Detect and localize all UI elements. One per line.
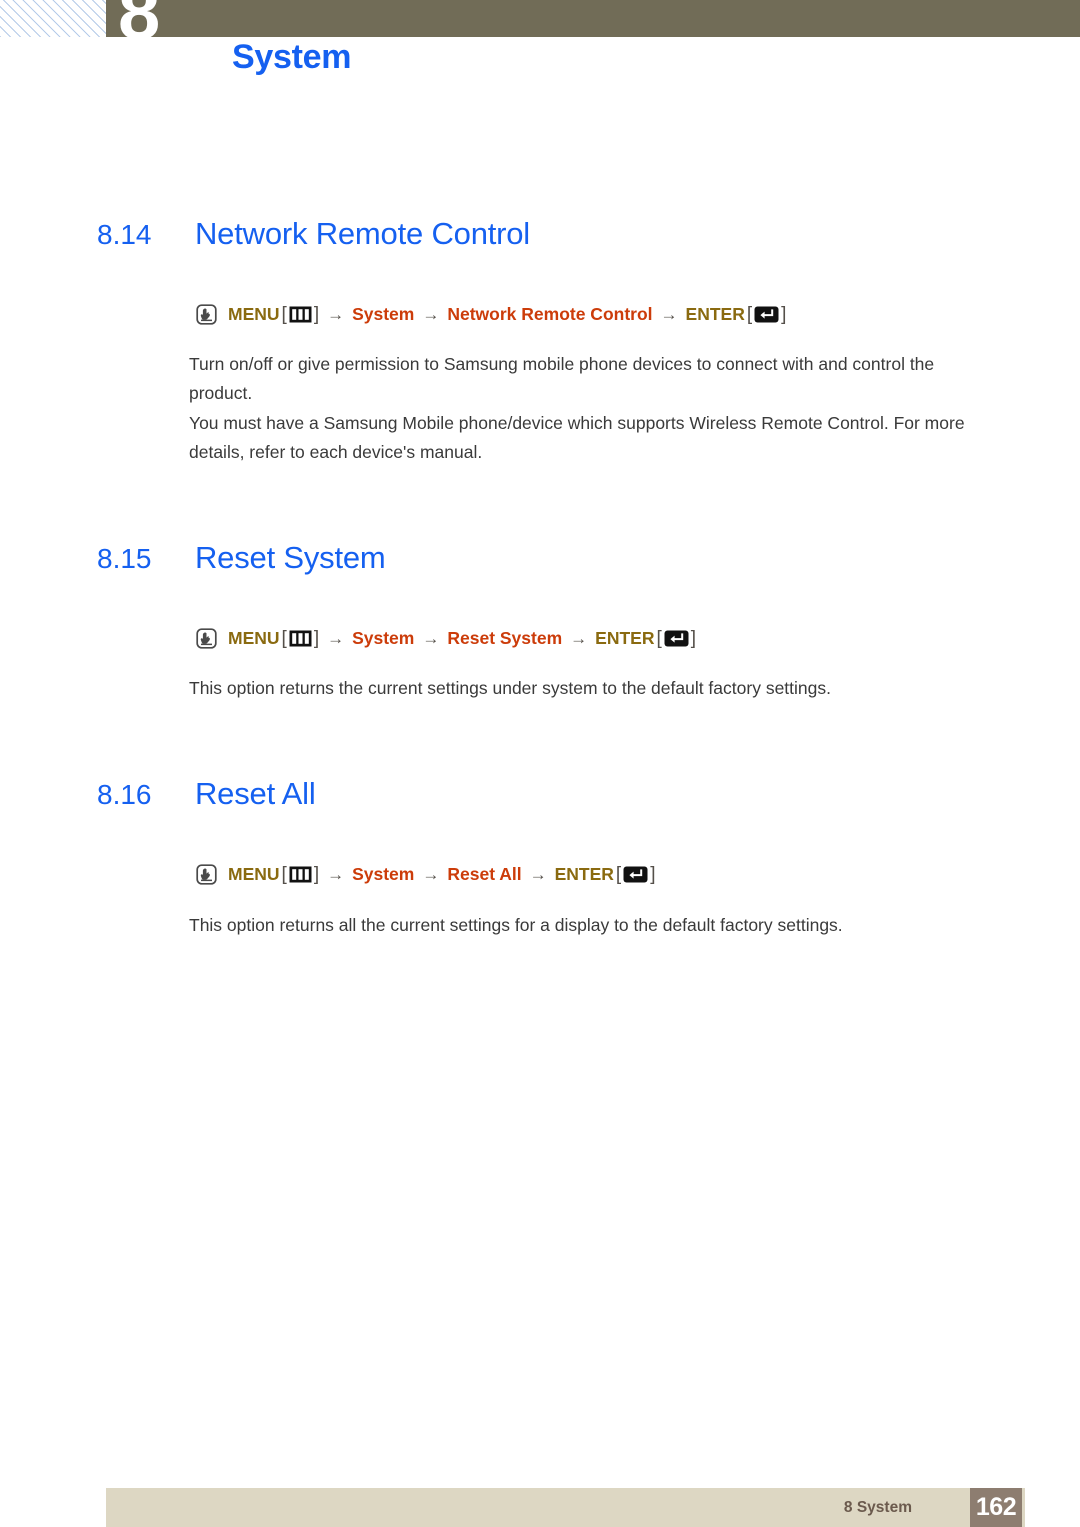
path-item: Reset System bbox=[447, 627, 563, 648]
hand-press-icon bbox=[196, 864, 217, 885]
enter-key-icon bbox=[664, 630, 689, 647]
path-arrow: → bbox=[422, 305, 440, 324]
hatch-decoration bbox=[0, 0, 106, 37]
page-footer: 8 System 162 bbox=[106, 1488, 1025, 1527]
footer-page-number: 162 bbox=[970, 1488, 1022, 1527]
bracket-close: ] bbox=[781, 304, 787, 325]
menu-bars-icon bbox=[289, 630, 312, 647]
enter-key-icon bbox=[623, 866, 648, 883]
enter-label: ENTER bbox=[685, 303, 745, 324]
menu-label: MENU bbox=[228, 863, 280, 884]
body-paragraph: This option returns all the current sett… bbox=[189, 915, 843, 935]
page-title: System bbox=[232, 38, 352, 76]
hand-press-icon bbox=[196, 628, 217, 649]
hand-press-icon bbox=[196, 304, 217, 325]
body-paragraph: This option returns the current settings… bbox=[189, 678, 831, 698]
path-item: System bbox=[352, 627, 415, 648]
section-title: Reset System bbox=[195, 540, 386, 575]
menu-label: MENU bbox=[228, 303, 280, 324]
menu-path: MENU[] → System → Reset All → ENTER[] bbox=[196, 864, 656, 885]
header-band bbox=[106, 0, 1080, 37]
section-heading: 8.16 Reset All bbox=[97, 776, 316, 812]
bracket-open: [ bbox=[281, 304, 287, 325]
path-arrow: → bbox=[570, 629, 588, 648]
bracket-open: [ bbox=[656, 628, 662, 649]
bracket-close: ] bbox=[313, 628, 320, 649]
menu-bars-icon bbox=[289, 866, 312, 883]
section-heading: 8.15 Reset System bbox=[97, 540, 386, 576]
path-arrow: → bbox=[660, 305, 678, 324]
path-arrow: → bbox=[422, 865, 440, 884]
enter-label: ENTER bbox=[554, 863, 614, 884]
menu-label: MENU bbox=[228, 627, 280, 648]
section-heading: 8.14 Network Remote Control bbox=[97, 216, 530, 252]
section-title: Network Remote Control bbox=[195, 216, 530, 251]
bracket-close: ] bbox=[313, 304, 320, 325]
path-arrow: → bbox=[422, 629, 440, 648]
body-paragraph: Turn on/off or give permission to Samsun… bbox=[189, 354, 935, 403]
path-arrow: → bbox=[327, 865, 345, 884]
bracket-open: [ bbox=[615, 864, 622, 885]
enter-label: ENTER bbox=[595, 627, 655, 648]
path-arrow: → bbox=[327, 305, 345, 324]
section-number: 8.16 bbox=[97, 779, 152, 810]
footer-chapter-label: 8 System bbox=[843, 1499, 912, 1516]
page-header: 8 System bbox=[0, 0, 1080, 110]
bracket-open: [ bbox=[281, 864, 287, 885]
path-item: System bbox=[352, 303, 415, 324]
body-paragraph: You must have a Samsung Mobile phone/dev… bbox=[189, 413, 965, 462]
bracket-close: ] bbox=[650, 864, 656, 885]
bracket-open: [ bbox=[281, 628, 287, 649]
path-item: Reset All bbox=[447, 863, 522, 884]
bracket-open: [ bbox=[746, 304, 753, 325]
menu-path: MENU[] → System → Network Remote Control → ENT… bbox=[196, 304, 787, 325]
section-number: 8.14 bbox=[97, 219, 152, 250]
enter-key-icon bbox=[754, 306, 779, 323]
path-arrow: → bbox=[327, 629, 345, 648]
path-arrow: → bbox=[529, 865, 547, 884]
path-item: System bbox=[352, 863, 415, 884]
bracket-close: ] bbox=[313, 864, 320, 885]
path-item: Network Remote Control bbox=[447, 303, 653, 324]
menu-path: MENU[] → System → Reset System → ENTER[] bbox=[196, 628, 697, 649]
section-number: 8.15 bbox=[97, 543, 152, 574]
section-title: Reset All bbox=[195, 776, 316, 811]
bracket-close: ] bbox=[690, 628, 697, 649]
menu-bars-icon bbox=[289, 306, 312, 323]
